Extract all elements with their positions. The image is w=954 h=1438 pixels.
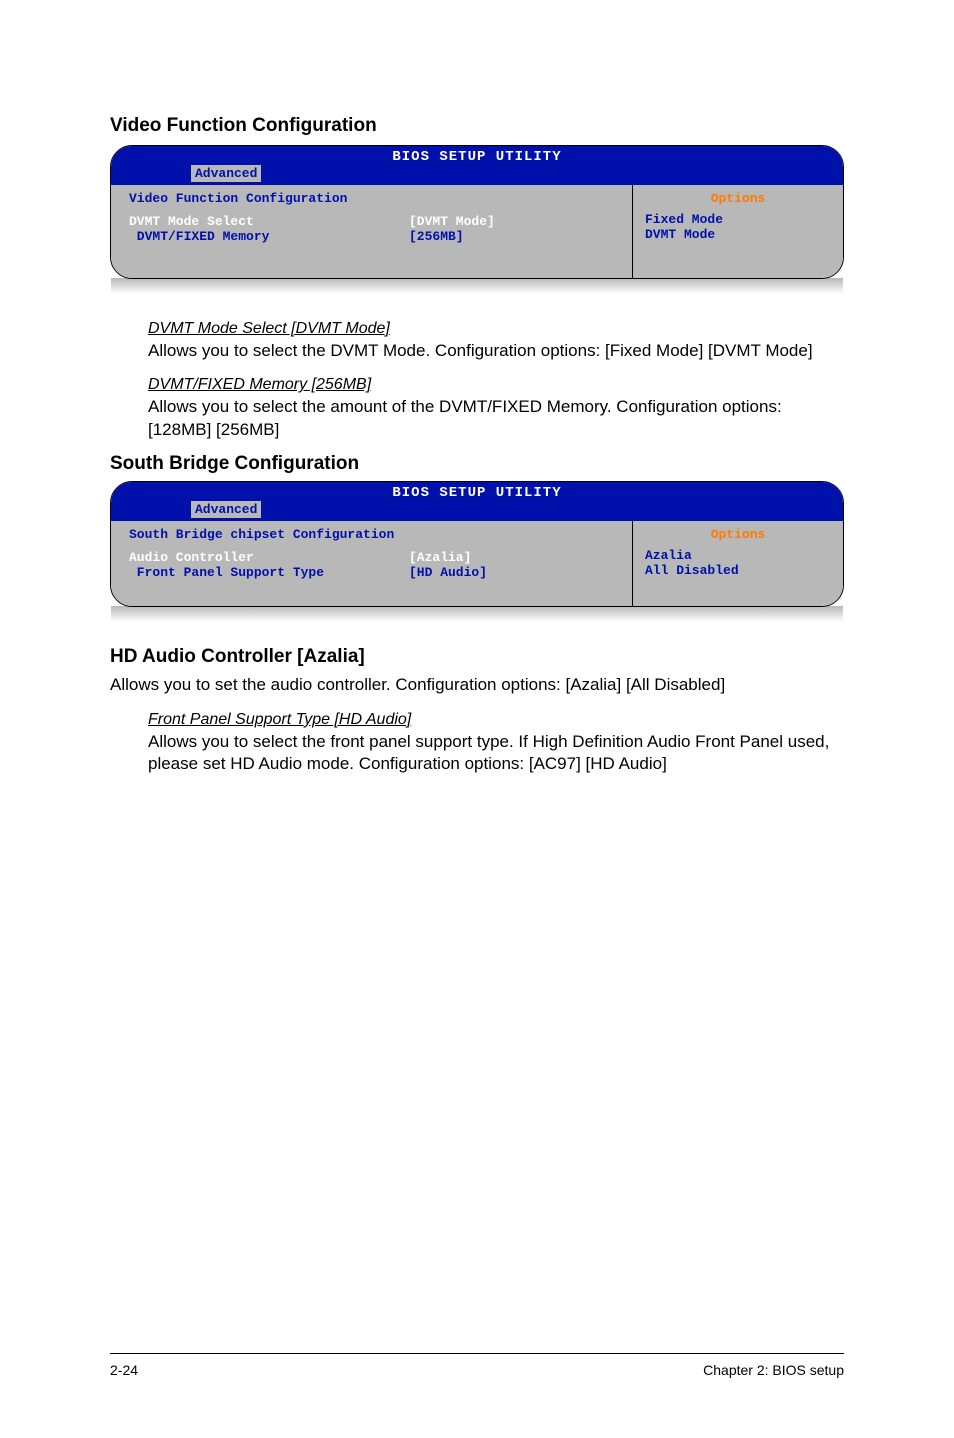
footer-page-number: 2-24 — [110, 1362, 138, 1378]
bios-title: BIOS SETUP UTILITY — [111, 146, 843, 165]
setting-label: Audio Controller — [129, 550, 409, 565]
setting-value: [256MB] — [409, 229, 622, 244]
bios-right-pane: Options Azalia All Disabled — [633, 521, 843, 606]
bios-section-title: South Bridge chipset Configuration — [129, 527, 622, 542]
bios-panel-video: BIOS SETUP UTILITY Advanced Video Functi… — [110, 145, 844, 279]
bios-left-pane: South Bridge chipset Configuration Audio… — [111, 521, 633, 606]
bios-tab-advanced[interactable]: Advanced — [191, 165, 261, 182]
heading-video-function: Video Function Configuration — [110, 115, 844, 137]
option-all-disabled: All Disabled — [645, 563, 831, 578]
option-azalia: Azalia — [645, 548, 831, 563]
setting-label: DVMT/FIXED Memory — [129, 229, 409, 244]
bios-panel-southbridge: BIOS SETUP UTILITY Advanced South Bridge… — [110, 481, 844, 607]
bios-fade — [110, 278, 844, 294]
setting-value: [Azalia] — [409, 550, 622, 565]
options-heading: Options — [645, 527, 831, 542]
heading-south-bridge: South Bridge Configuration — [110, 453, 844, 475]
setting-label: Front Panel Support Type — [129, 565, 409, 580]
bios-row-front-panel[interactable]: Front Panel Support Type [HD Audio] — [129, 565, 622, 580]
footer-chapter: Chapter 2: BIOS setup — [703, 1362, 844, 1378]
heading-hd-audio: HD Audio Controller [Azalia] — [110, 646, 844, 668]
options-heading: Options — [645, 191, 831, 206]
setting-value: [HD Audio] — [409, 565, 622, 580]
bios-tabs: Advanced — [111, 501, 843, 521]
bios-section-title: Video Function Configuration — [129, 191, 622, 206]
bios-row-dvmt-mode[interactable]: DVMT Mode Select [DVMT Mode] — [129, 214, 622, 229]
setting-label: DVMT Mode Select — [129, 214, 409, 229]
option-dvmt-mode: DVMT Mode — [645, 227, 831, 242]
bios-tab-advanced[interactable]: Advanced — [191, 501, 261, 518]
page-footer: 2-24 Chapter 2: BIOS setup — [0, 1362, 954, 1378]
label-dvmt-mode-select: DVMT Mode Select [DVMT Mode] — [110, 320, 844, 338]
bios-left-pane: Video Function Configuration DVMT Mode S… — [111, 185, 633, 278]
label-front-panel-support: Front Panel Support Type [HD Audio] — [110, 711, 844, 729]
bios-row-dvmt-fixed[interactable]: DVMT/FIXED Memory [256MB] — [129, 229, 622, 244]
bios-right-pane: Options Fixed Mode DVMT Mode — [633, 185, 843, 278]
footer-divider — [110, 1353, 844, 1354]
option-fixed-mode: Fixed Mode — [645, 212, 831, 227]
text-dvmt-fixed-body: Allows you to select the amount of the D… — [110, 396, 844, 441]
bios-title: BIOS SETUP UTILITY — [111, 482, 843, 501]
setting-value: [DVMT Mode] — [409, 214, 622, 229]
bios-tabs: Advanced — [111, 165, 843, 185]
label-dvmt-fixed-memory: DVMT/FIXED Memory [256MB] — [110, 376, 844, 394]
bios-fade — [110, 606, 844, 622]
text-front-panel-body: Allows you to select the front panel sup… — [110, 731, 844, 776]
text-dvmt-mode-body: Allows you to select the DVMT Mode. Conf… — [110, 340, 844, 362]
bios-row-audio-controller[interactable]: Audio Controller [Azalia] — [129, 550, 622, 565]
text-hd-audio-intro: Allows you to set the audio controller. … — [110, 674, 844, 696]
